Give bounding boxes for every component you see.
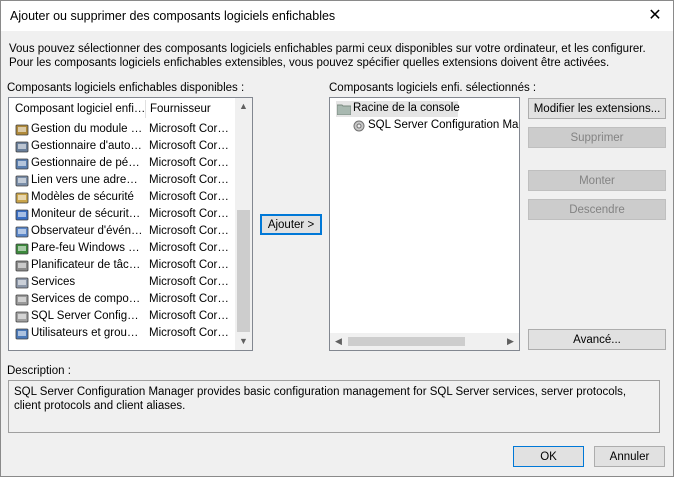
remove-label: Supprimer xyxy=(570,132,624,144)
list-item[interactable]: Services de composants Microsoft Corporat… xyxy=(9,292,235,309)
list-item-vendor: Microsoft Corporation xyxy=(149,310,229,322)
description-label: Description : xyxy=(7,365,71,377)
tree-item-sql-config[interactable]: SQL Server Configuration Manager xyxy=(352,118,519,136)
list-item-vendor: Microsoft Corporation xyxy=(149,259,229,271)
list-item-name: Observateur d'événements xyxy=(31,225,143,237)
list-item-name: Lien vers une adresse Web xyxy=(31,174,143,186)
list-item-vendor: Microsoft Corporation xyxy=(149,242,229,254)
folder-icon xyxy=(336,103,352,118)
list-item-vendor: Microsoft Corporation xyxy=(149,276,229,288)
move-down-label: Descendre xyxy=(569,204,625,216)
event-viewer-icon xyxy=(15,225,29,239)
cancel-label: Annuler xyxy=(609,451,650,463)
scroll-thumb-horizontal[interactable] xyxy=(348,337,465,346)
list-item-vendor: Microsoft Corporation xyxy=(149,191,229,203)
list-item-name: Gestionnaire de périphériques xyxy=(31,157,143,169)
list-item-name: Services de composants xyxy=(31,293,143,305)
services-icon xyxy=(15,276,29,290)
list-item-vendor: Microsoft Corporation xyxy=(149,327,229,339)
list-item[interactable]: Utilisateurs et groupes locaux Microsoft … xyxy=(9,326,235,343)
list-item-name: SQL Server Configuration Manager xyxy=(31,310,143,322)
tree-item-console-root[interactable]: Racine de la console xyxy=(336,101,460,118)
firewall-icon xyxy=(15,242,29,256)
description-text: SQL Server Configuration Manager provide… xyxy=(14,386,627,412)
tree-item-root-label: Racine de la console xyxy=(353,102,460,114)
component-services-icon xyxy=(15,293,29,307)
available-list[interactable]: Composant logiciel enfi… Fournisseur Ges… xyxy=(8,97,253,351)
move-down-button[interactable]: Descendre xyxy=(528,199,666,220)
list-item-vendor: Microsoft Corporation xyxy=(149,140,229,152)
list-item-vendor: Microsoft Corporation xyxy=(149,174,229,186)
list-item-name: Planificateur de tâches xyxy=(31,259,143,271)
list-item-name: Pare-feu Windows Defender xyxy=(31,242,143,254)
list-item-vendor: Microsoft Corporation xyxy=(149,157,229,169)
close-button[interactable]: ✕ xyxy=(643,4,667,28)
list-item[interactable]: Pare-feu Windows Defender Microsoft Corpo… xyxy=(9,241,235,258)
device-manager-icon xyxy=(15,157,29,171)
ip-security-monitor-icon xyxy=(15,208,29,222)
list-item-name: Services xyxy=(31,276,76,288)
list-item-vendor: Microsoft Corporation xyxy=(149,123,229,135)
tpm-icon xyxy=(15,123,29,137)
list-item-name: Gestionnaire d'autorisations xyxy=(31,140,143,152)
selected-label: Composants logiciels enfi. sélectionnés … xyxy=(329,82,537,94)
selected-tree[interactable]: Racine de la console SQL Server Configur… xyxy=(329,97,520,351)
list-item[interactable]: Moniteur de sécurité IP Microsoft Corpora… xyxy=(9,207,235,224)
modify-extensions-label: Modifier les extensions... xyxy=(533,103,661,115)
title-bar: Ajouter ou supprimer des composants logi… xyxy=(1,1,673,31)
list-item-vendor: Microsoft Corporation xyxy=(149,208,229,220)
list-item-name: Gestion du module de plateforme sécurisé… xyxy=(31,123,143,135)
list-item-vendor: Microsoft Corporation xyxy=(149,293,229,305)
list-item[interactable]: Gestion du module de plateforme sécurisé… xyxy=(9,122,235,139)
column-header-name[interactable]: Composant logiciel enfi… xyxy=(9,98,145,120)
available-label: Composants logiciels enfichables disponi… xyxy=(7,82,245,94)
add-button-label: Ajouter > xyxy=(267,219,315,231)
description-box: SQL Server Configuration Manager provide… xyxy=(8,380,660,433)
ok-button[interactable]: OK xyxy=(513,446,584,467)
move-up-label: Monter xyxy=(579,175,615,187)
list-item[interactable]: Gestionnaire d'autorisations Microsoft Co… xyxy=(9,139,235,156)
list-item[interactable]: Modèles de sécurité Microsoft Corporation xyxy=(9,190,235,207)
selected-hscrollbar[interactable]: ◀ ▶ xyxy=(330,333,519,350)
security-templates-icon xyxy=(15,191,29,205)
advanced-label: Avancé... xyxy=(573,334,621,346)
list-item[interactable]: SQL Server Configuration Manager Microsof… xyxy=(9,309,235,326)
column-header-vendor[interactable]: Fournisseur xyxy=(144,98,240,120)
list-item-name: Moniteur de sécurité IP xyxy=(31,208,143,220)
users-groups-icon xyxy=(15,327,29,341)
authorization-manager-icon xyxy=(15,140,29,154)
list-item[interactable]: Observateur d'événements Microsoft Corpor… xyxy=(9,224,235,241)
available-vscrollbar[interactable]: ▲ ▼ xyxy=(235,98,252,350)
dialog-window: Ajouter ou supprimer des composants logi… xyxy=(0,0,674,477)
list-item[interactable]: Gestionnaire de périphériques Microsoft C… xyxy=(9,156,235,173)
scroll-left-icon[interactable]: ◀ xyxy=(330,333,347,350)
list-item[interactable]: Planificateur de tâches Microsoft Corpora… xyxy=(9,258,235,275)
list-item[interactable]: Services Microsoft Corporation xyxy=(9,275,235,292)
modify-extensions-button[interactable]: Modifier les extensions... xyxy=(528,98,666,119)
cancel-button[interactable]: Annuler xyxy=(594,446,665,467)
list-item-name: Modèles de sécurité xyxy=(31,191,134,203)
list-item[interactable]: Lien vers une adresse Web Microsoft Corpo… xyxy=(9,173,235,190)
window-title: Ajouter ou supprimer des composants logi… xyxy=(10,9,336,23)
remove-button[interactable]: Supprimer xyxy=(528,127,666,148)
scroll-up-icon[interactable]: ▲ xyxy=(235,98,252,115)
task-scheduler-icon xyxy=(15,259,29,273)
web-link-icon xyxy=(15,174,29,188)
scroll-down-icon[interactable]: ▼ xyxy=(235,333,252,350)
ok-label: OK xyxy=(540,451,557,463)
intro-text: Vous pouvez sélectionner des composants … xyxy=(9,43,646,69)
list-item-vendor: Microsoft Corporation xyxy=(149,225,229,237)
scroll-thumb[interactable] xyxy=(237,210,250,332)
advanced-button[interactable]: Avancé... xyxy=(528,329,666,350)
sql-config-icon xyxy=(15,310,29,324)
move-up-button[interactable]: Monter xyxy=(528,170,666,191)
add-button[interactable]: Ajouter > xyxy=(260,214,322,235)
tree-item-sql-label: SQL Server Configuration Manager xyxy=(368,119,519,131)
list-item-name: Utilisateurs et groupes locaux xyxy=(31,327,143,339)
scroll-right-icon[interactable]: ▶ xyxy=(502,333,519,350)
sql-config-icon xyxy=(352,119,366,136)
